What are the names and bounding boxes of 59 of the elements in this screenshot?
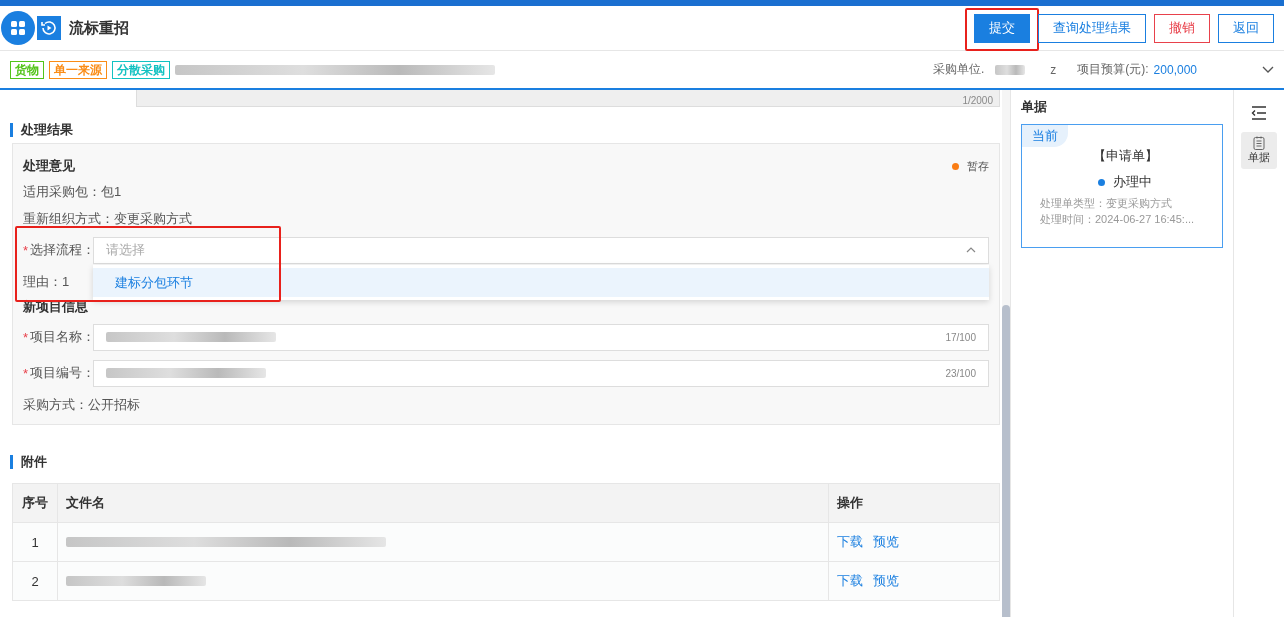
action-link[interactable]: 预览 xyxy=(873,573,899,588)
action-button[interactable]: 撤销 xyxy=(1154,13,1210,43)
column-header: 序号 xyxy=(12,483,58,523)
card-title: 处理意见 xyxy=(23,157,76,175)
side-tab[interactable]: 单据 xyxy=(1241,132,1277,169)
action-link[interactable]: 下载 xyxy=(837,534,863,549)
info-text: 适用采购包：包1 xyxy=(23,183,122,201)
action-button[interactable]: 提交 xyxy=(974,13,1030,43)
input-field[interactable]: 23/100 xyxy=(93,359,989,387)
action-link[interactable]: 下载 xyxy=(837,573,863,588)
char-counter: 23/100 xyxy=(945,367,976,379)
tag: 分散采购 xyxy=(112,60,170,79)
info-text: 采购方式：公开招标 xyxy=(23,396,140,414)
select-field[interactable]: 请选择 xyxy=(93,236,989,264)
action-link[interactable]: 预览 xyxy=(873,534,899,549)
app-grid-button[interactable] xyxy=(1,11,35,45)
table-cell: 1 xyxy=(12,522,58,562)
status-text: 办理中 xyxy=(1113,173,1152,191)
unit-suffix: z xyxy=(1050,62,1057,77)
table-cell: 2 xyxy=(12,561,58,601)
field-label: 项目编号： xyxy=(30,364,93,382)
collapse-icon[interactable] xyxy=(1251,106,1267,120)
budget-value: 200,000 xyxy=(1153,62,1197,77)
required-mark: * xyxy=(23,242,30,258)
status-dot-icon xyxy=(952,162,959,170)
unit-label: 采购单位. xyxy=(932,61,985,78)
dropdown-option[interactable]: 建标分包环节 xyxy=(93,268,989,297)
scrollbar-thumb[interactable] xyxy=(1002,305,1010,617)
char-counter: 17/100 xyxy=(945,331,976,343)
panel-title: 单据 xyxy=(1021,98,1048,116)
document-icon xyxy=(1253,136,1265,150)
info-text: 重新组织方式：变更采购方式 xyxy=(23,210,192,228)
info-text: 理由：1 xyxy=(23,273,70,291)
replay-icon xyxy=(37,16,61,40)
status-text: 暂存 xyxy=(967,158,989,174)
field-label: 选择流程： xyxy=(30,241,93,259)
input-field[interactable]: 17/100 xyxy=(93,323,989,351)
document-card[interactable]: 当前 【申请单】 办理中 处理单类型：变更采购方式 处理时间：2024-06-27 16:45:... xyxy=(1021,124,1223,248)
action-button[interactable]: 返回 xyxy=(1218,13,1274,43)
chevron-down-icon[interactable] xyxy=(1262,65,1274,74)
field-label: 项目名称： xyxy=(30,328,93,346)
current-badge: 当前 xyxy=(1022,125,1068,147)
required-mark: * xyxy=(23,329,30,345)
tag: 货物 xyxy=(10,60,44,79)
tag: 单一来源 xyxy=(49,60,107,79)
page-title: 流标重招 xyxy=(69,18,129,38)
status-dot-icon xyxy=(1098,178,1105,186)
column-header: 文件名 xyxy=(57,483,829,523)
budget-label: 项目预算(元): xyxy=(1077,61,1149,78)
required-mark: * xyxy=(23,365,30,381)
textarea-field[interactable]: 1/2000 xyxy=(136,90,1000,107)
grid-icon xyxy=(10,20,26,36)
document-meta: 处理时间：2024-06-27 16:45:... xyxy=(1040,212,1196,227)
document-name: 【申请单】 xyxy=(1091,147,1159,165)
action-button[interactable]: 查询处理结果 xyxy=(1038,13,1146,43)
column-header: 操作 xyxy=(828,483,1000,523)
char-counter: 1/2000 xyxy=(962,95,993,106)
document-meta: 处理单类型：变更采购方式 xyxy=(1040,196,1173,211)
redacted-text xyxy=(995,64,1026,75)
